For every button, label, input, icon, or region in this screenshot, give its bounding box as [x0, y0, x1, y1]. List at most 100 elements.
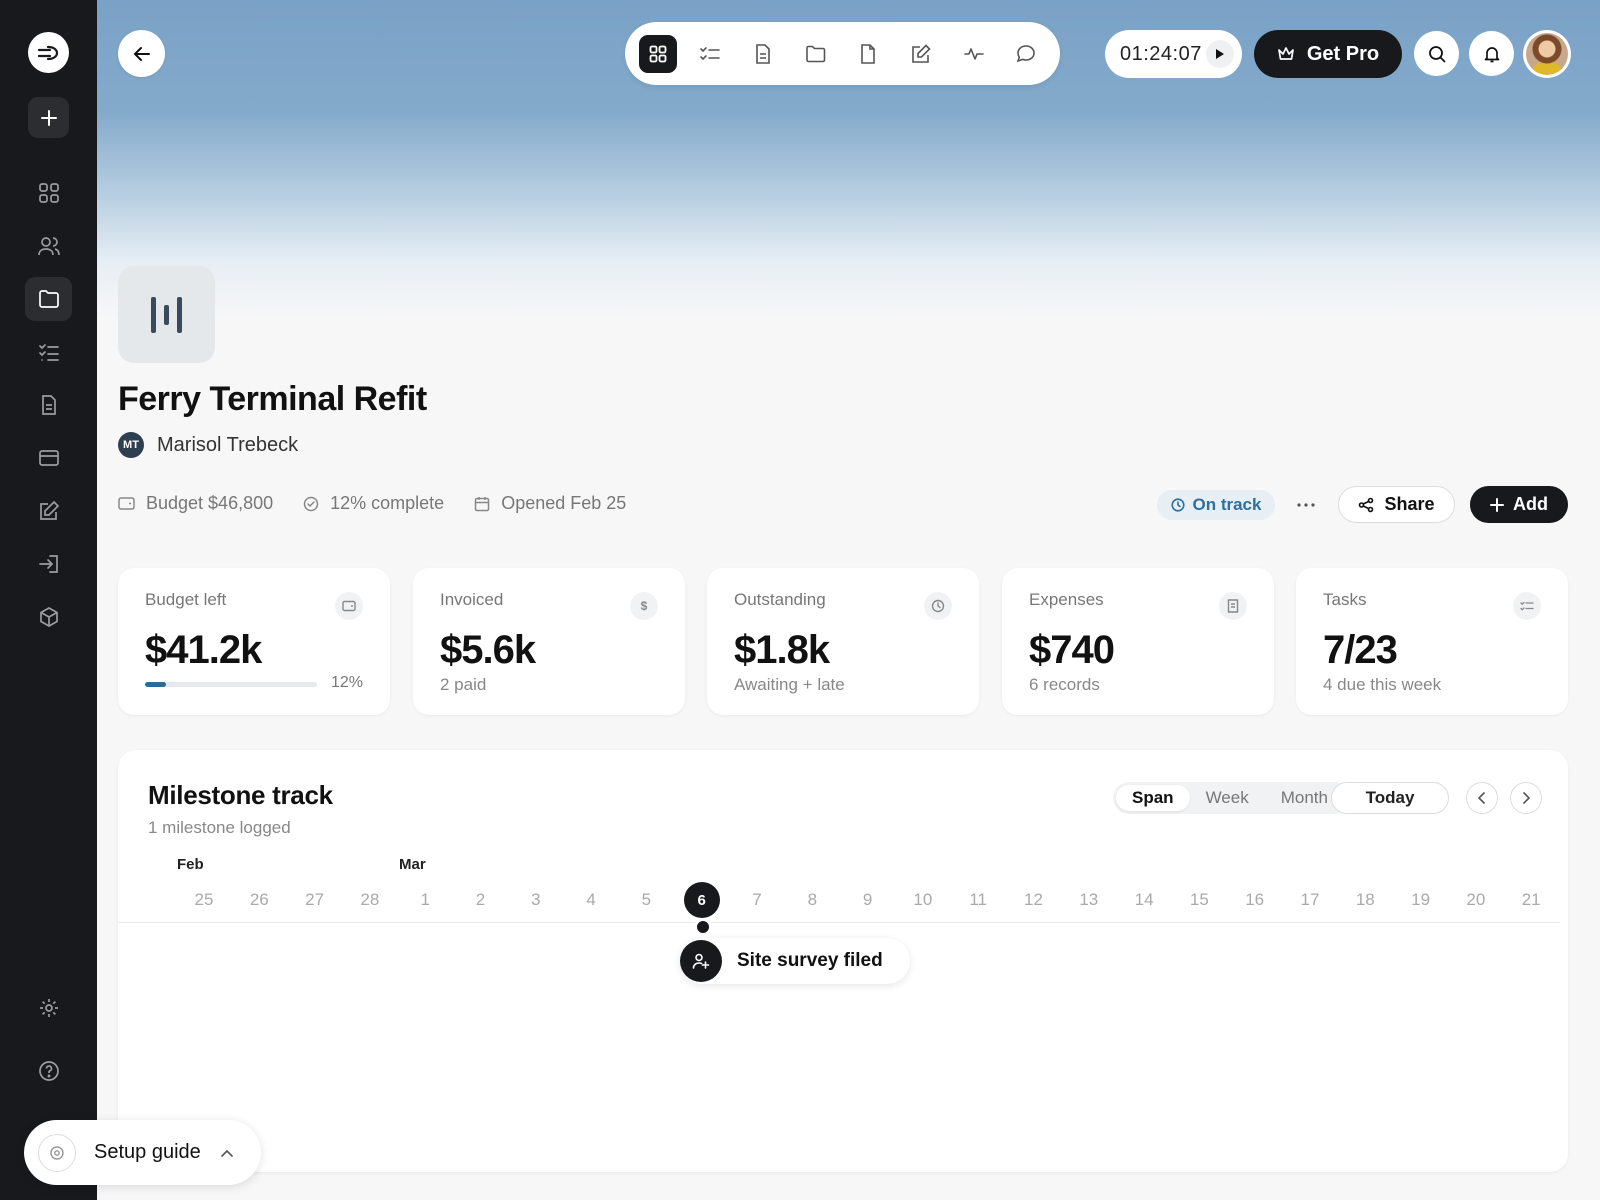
settings-icon — [39, 999, 58, 1017]
day-label[interactable]: 5 — [626, 890, 666, 910]
stat-card-outstanding[interactable]: Outstanding $1.8k Awaiting + late — [707, 568, 979, 715]
arrow-left-icon — [133, 46, 150, 61]
sidebar-item-help[interactable] — [25, 1049, 72, 1093]
folder-icon — [38, 290, 59, 308]
meta-budget: Budget $46,800 — [118, 493, 273, 514]
toolbar-docs-button[interactable] — [850, 35, 888, 73]
chevron-right-icon — [1523, 792, 1530, 804]
dollar-icon: $ — [630, 592, 658, 620]
day-label[interactable]: 17 — [1290, 890, 1330, 910]
stat-card-tasks[interactable]: Tasks 7/23 4 due this week — [1296, 568, 1568, 715]
sidebar-item-tasks[interactable] — [25, 330, 72, 374]
stat-label: Budget left — [145, 590, 227, 609]
day-label[interactable]: 9 — [848, 890, 888, 910]
app-logo[interactable] — [28, 32, 69, 73]
sidebar-item-assets[interactable] — [25, 595, 72, 639]
day-label[interactable]: 15 — [1179, 890, 1219, 910]
create-button[interactable] — [28, 97, 69, 138]
stat-card-invoiced[interactable]: Invoiced $ $5.6k 2 paid — [413, 568, 685, 715]
status-badge[interactable]: On track — [1157, 490, 1275, 520]
share-button[interactable]: Share — [1338, 486, 1455, 523]
back-button[interactable] — [118, 30, 165, 77]
sidebar-item-settings[interactable] — [25, 986, 72, 1030]
milestone-card[interactable]: Site survey filed — [680, 938, 910, 984]
view-week-tab[interactable]: Week — [1190, 785, 1265, 811]
stat-label: Outstanding — [734, 590, 826, 609]
milestone-panel: Milestone track 1 milestone logged Span … — [118, 750, 1568, 1172]
help-icon — [38, 1061, 59, 1081]
checklist-icon — [38, 344, 59, 361]
day-label[interactable]: 14 — [1124, 890, 1164, 910]
day-label[interactable]: 10 — [903, 890, 943, 910]
owner-avatar: MT — [118, 432, 144, 458]
stat-value: 7/23 — [1323, 628, 1398, 672]
more-options-button[interactable] — [1292, 490, 1320, 520]
user-avatar[interactable] — [1523, 30, 1571, 78]
day-label[interactable]: 11 — [958, 890, 998, 910]
view-span-tab[interactable]: Span — [1116, 785, 1190, 811]
panel-subtitle: 1 milestone logged — [148, 818, 291, 837]
sidebar-item-people[interactable] — [25, 224, 72, 268]
toolbar-tasks-button[interactable] — [692, 35, 730, 73]
toolbar-notes-button[interactable] — [744, 35, 782, 73]
sidebar-item-documents[interactable] — [25, 383, 72, 427]
budget-progress-bar — [145, 682, 317, 687]
sidebar-item-import[interactable] — [25, 542, 72, 586]
stat-card-expenses[interactable]: Expenses $740 6 records — [1002, 568, 1274, 715]
wallet-icon — [335, 592, 363, 620]
toolbar-edit-button[interactable] — [902, 35, 940, 73]
edit-icon — [39, 500, 59, 520]
project-icon[interactable] — [118, 266, 215, 363]
sidebar-item-notes[interactable] — [25, 489, 72, 533]
toolbar-activity-button[interactable] — [955, 35, 993, 73]
day-label[interactable]: 21 — [1511, 890, 1551, 910]
day-label[interactable]: 12 — [1014, 890, 1054, 910]
today-button[interactable]: Today — [1331, 782, 1449, 814]
day-label[interactable]: 20 — [1456, 890, 1496, 910]
day-label[interactable]: 2 — [461, 890, 501, 910]
setup-guide-button[interactable]: Setup guide — [24, 1120, 261, 1185]
stat-value: $740 — [1029, 628, 1115, 672]
day-label[interactable]: 26 — [239, 890, 279, 910]
day-label[interactable]: 27 — [295, 890, 335, 910]
day-label-today[interactable]: 6 — [683, 882, 720, 918]
ellipsis-icon — [1297, 503, 1315, 507]
month-label-feb: Feb — [177, 856, 204, 873]
sidebar-item-dashboard[interactable] — [25, 171, 72, 215]
file-icon — [861, 43, 876, 64]
time-tracker: 01:24:07 — [1105, 30, 1242, 78]
day-label[interactable]: 7 — [737, 890, 777, 910]
clock-icon — [924, 592, 952, 620]
day-label[interactable]: 16 — [1235, 890, 1275, 910]
sidebar-item-billing[interactable] — [25, 436, 72, 480]
add-button[interactable]: Add — [1470, 486, 1568, 523]
toolbar-overview-button[interactable] — [639, 34, 677, 73]
search-button[interactable] — [1414, 31, 1459, 76]
dashboard-grid-icon — [38, 183, 59, 203]
share-icon — [1359, 497, 1374, 512]
day-label[interactable]: 8 — [792, 890, 832, 910]
day-label[interactable]: 19 — [1401, 890, 1441, 910]
stat-card-budget-left[interactable]: Budget left $41.2k 12% — [118, 568, 390, 715]
toolbar-comments-button[interactable] — [1007, 35, 1045, 73]
toolbar-files-button[interactable] — [797, 35, 835, 73]
milestone-marker[interactable] — [694, 918, 712, 936]
day-label[interactable]: 4 — [571, 890, 611, 910]
edit-icon — [912, 43, 931, 63]
get-pro-button[interactable]: Get Pro — [1254, 30, 1402, 78]
day-label[interactable]: 1 — [405, 890, 445, 910]
day-label[interactable]: 13 — [1069, 890, 1109, 910]
day-label[interactable]: 3 — [516, 890, 556, 910]
notifications-button[interactable] — [1469, 31, 1514, 76]
project-owner[interactable]: MT Marisol Trebeck — [118, 432, 298, 458]
day-label[interactable]: 25 — [184, 890, 224, 910]
user-add-icon — [680, 940, 722, 982]
timer-play-button[interactable] — [1206, 40, 1234, 68]
sidebar-item-projects[interactable] — [25, 277, 72, 321]
prev-button[interactable] — [1466, 782, 1498, 814]
day-label[interactable]: 18 — [1345, 890, 1385, 910]
next-button[interactable] — [1510, 782, 1542, 814]
card-icon — [38, 450, 59, 466]
day-label[interactable]: 28 — [350, 890, 390, 910]
share-label: Share — [1384, 494, 1435, 514]
